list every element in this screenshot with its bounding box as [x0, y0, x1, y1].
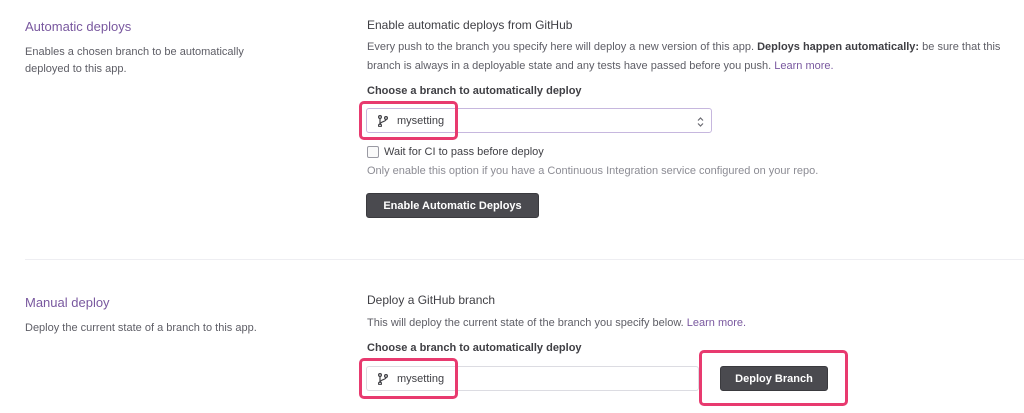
automatic-branch-select[interactable]: mysetting [366, 108, 712, 133]
deploy-branch-button[interactable]: Deploy Branch [720, 366, 828, 391]
manual-choose-branch-label: Choose a branch to automatically deploy [367, 342, 582, 354]
automatic-branch-value: mysetting [397, 114, 445, 127]
learn-more-link[interactable]: Learn more. [774, 60, 833, 72]
automatic-deploys-title: Automatic deploys [25, 19, 132, 34]
chevron-up-down-icon [697, 117, 704, 127]
git-branch-icon [378, 114, 388, 127]
paragraph-text-1: Every push to the branch you specify her… [367, 41, 758, 53]
manual-branch-value: mysetting [397, 372, 445, 385]
manual-deploy-description: Deploy the current state of a branch to … [25, 322, 257, 334]
manual-deploy-title: Manual deploy [25, 295, 110, 310]
wait-for-ci-label: Wait for CI to pass before deploy [384, 146, 544, 158]
automatic-deploys-heading: Enable automatic deploys from GitHub [367, 18, 573, 32]
manual-learn-more-link[interactable]: Learn more. [687, 317, 746, 329]
automatic-choose-branch-label: Choose a branch to automatically deploy [367, 85, 582, 97]
git-branch-icon [378, 372, 388, 385]
manual-deploy-paragraph: This will deploy the current state of th… [367, 314, 1017, 333]
wait-for-ci-checkbox[interactable] [367, 146, 379, 158]
automatic-deploys-description: Enables a chosen branch to be automatica… [25, 46, 244, 75]
paragraph-bold: Deploys happen automatically: [757, 41, 920, 53]
ci-hint-text: Only enable this option if you have a Co… [367, 165, 819, 177]
manual-branch-select[interactable]: mysetting [366, 366, 699, 391]
enable-automatic-deploys-button[interactable]: Enable Automatic Deploys [366, 193, 539, 218]
manual-paragraph-text: This will deploy the current state of th… [367, 317, 687, 329]
section-divider [25, 259, 1024, 260]
automatic-deploys-paragraph: Every push to the branch you specify her… [367, 38, 1017, 76]
manual-deploy-heading: Deploy a GitHub branch [367, 293, 496, 307]
